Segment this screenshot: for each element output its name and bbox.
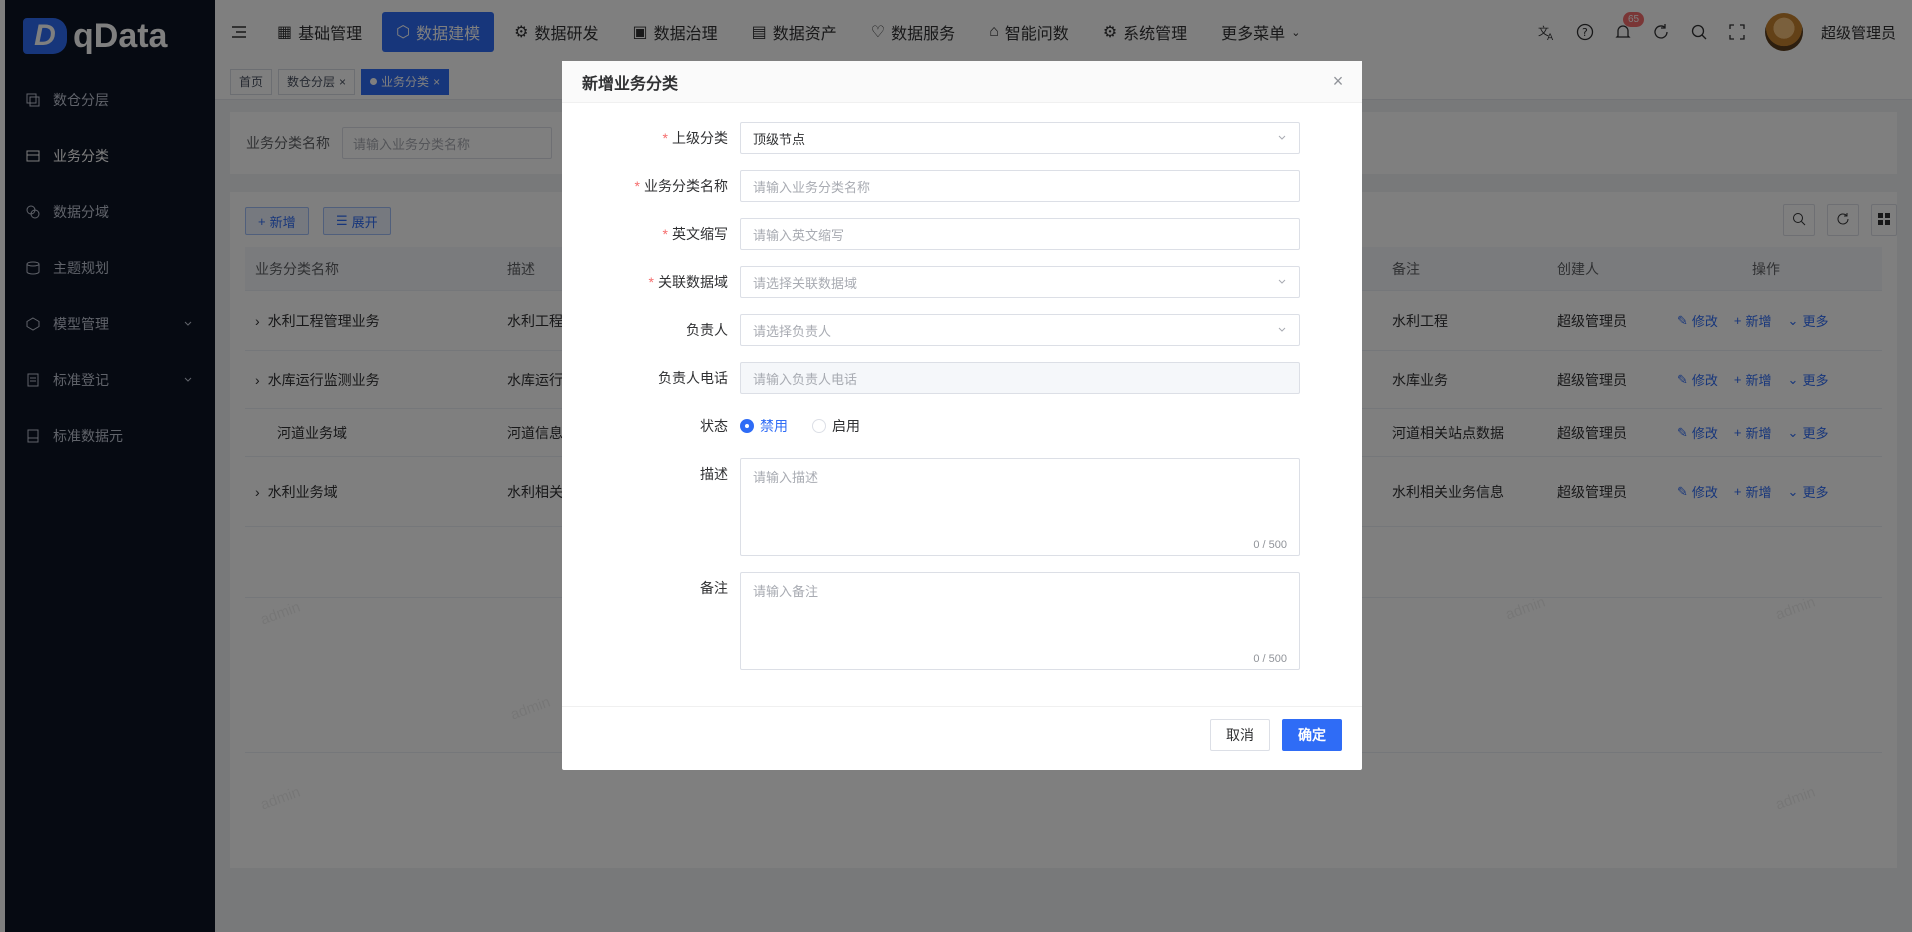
phone-input: 请输入负责人电话 [740, 362, 1300, 394]
phone-label: 负责人电话 [658, 370, 728, 386]
radio-circle [740, 419, 754, 433]
desc-textarea[interactable]: 请输入描述 0 / 500 [740, 458, 1300, 556]
owner-placeholder: 请选择负责人 [753, 323, 832, 339]
name-label: * 业务分类名称 [562, 170, 740, 202]
remark-counter: 0 / 500 [1253, 653, 1287, 665]
desc-placeholder: 请输入描述 [753, 470, 819, 485]
status-radio-enabled[interactable]: 启用 [812, 410, 860, 442]
required-mark: * [634, 178, 640, 194]
remark-label: 备注 [700, 580, 728, 596]
domain-placeholder: 请选择关联数据域 [753, 275, 858, 291]
parent-label: * 上级分类 [562, 122, 740, 154]
domain-select[interactable]: 请选择关联数据域 [740, 266, 1300, 298]
field-label: 英文缩写 [672, 226, 728, 242]
add-category-dialog: 新增业务分类 × * 上级分类 顶级节点 * 业务分类名称 请输入业务分类名称 * 英… [562, 61, 1362, 770]
required-mark: * [648, 274, 654, 290]
field-label: 业务分类名称 [644, 178, 728, 194]
remark-placeholder: 请输入备注 [753, 584, 819, 599]
close-icon[interactable]: × [1328, 71, 1348, 91]
form-row-desc: 描述 请输入描述 0 / 500 [562, 458, 1362, 556]
remark-textarea[interactable]: 请输入备注 0 / 500 [740, 572, 1300, 670]
cancel-button[interactable]: 取消 [1210, 719, 1270, 751]
status-label: 状态 [700, 418, 728, 434]
dialog-title: 新增业务分类 [562, 61, 1362, 103]
chevron-down-icon [1277, 323, 1287, 338]
form-row-phone: 负责人电话 请输入负责人电话 [562, 362, 1362, 394]
form-row-parent: * 上级分类 顶级节点 [562, 122, 1362, 154]
chevron-down-icon [1277, 275, 1287, 290]
form-row-abbr: * 英文缩写 请输入英文缩写 [562, 218, 1362, 250]
form-row-domain: * 关联数据域 请选择关联数据域 [562, 266, 1362, 298]
parent-value: 顶级节点 [753, 131, 806, 147]
owner-label: 负责人 [686, 322, 728, 338]
status-radio-disabled[interactable]: 禁用 [740, 410, 788, 442]
form-row-remark: 备注 请输入备注 0 / 500 [562, 572, 1362, 670]
form-row-name: * 业务分类名称 请输入业务分类名称 [562, 170, 1362, 202]
desc-label: 描述 [700, 466, 728, 482]
field-label: 上级分类 [672, 130, 728, 146]
domain-label: * 关联数据域 [562, 266, 740, 298]
form-row-status: 状态 禁用 启用 [562, 410, 1362, 442]
dialog-footer: 取消 确定 [562, 706, 1362, 770]
desc-counter: 0 / 500 [1253, 539, 1287, 551]
owner-select[interactable]: 请选择负责人 [740, 314, 1300, 346]
radio-label: 禁用 [760, 418, 788, 434]
radio-label: 启用 [832, 418, 860, 434]
confirm-button[interactable]: 确定 [1282, 719, 1342, 751]
abbr-label: * 英文缩写 [562, 218, 740, 250]
form-row-owner: 负责人 请选择负责人 [562, 314, 1362, 346]
name-input[interactable]: 请输入业务分类名称 [740, 170, 1300, 202]
abbr-input[interactable]: 请输入英文缩写 [740, 218, 1300, 250]
required-mark: * [662, 130, 668, 146]
chevron-down-icon [1277, 131, 1287, 146]
required-mark: * [662, 226, 668, 242]
field-label: 关联数据域 [658, 274, 728, 290]
parent-select[interactable]: 顶级节点 [740, 122, 1300, 154]
radio-circle [812, 419, 826, 433]
